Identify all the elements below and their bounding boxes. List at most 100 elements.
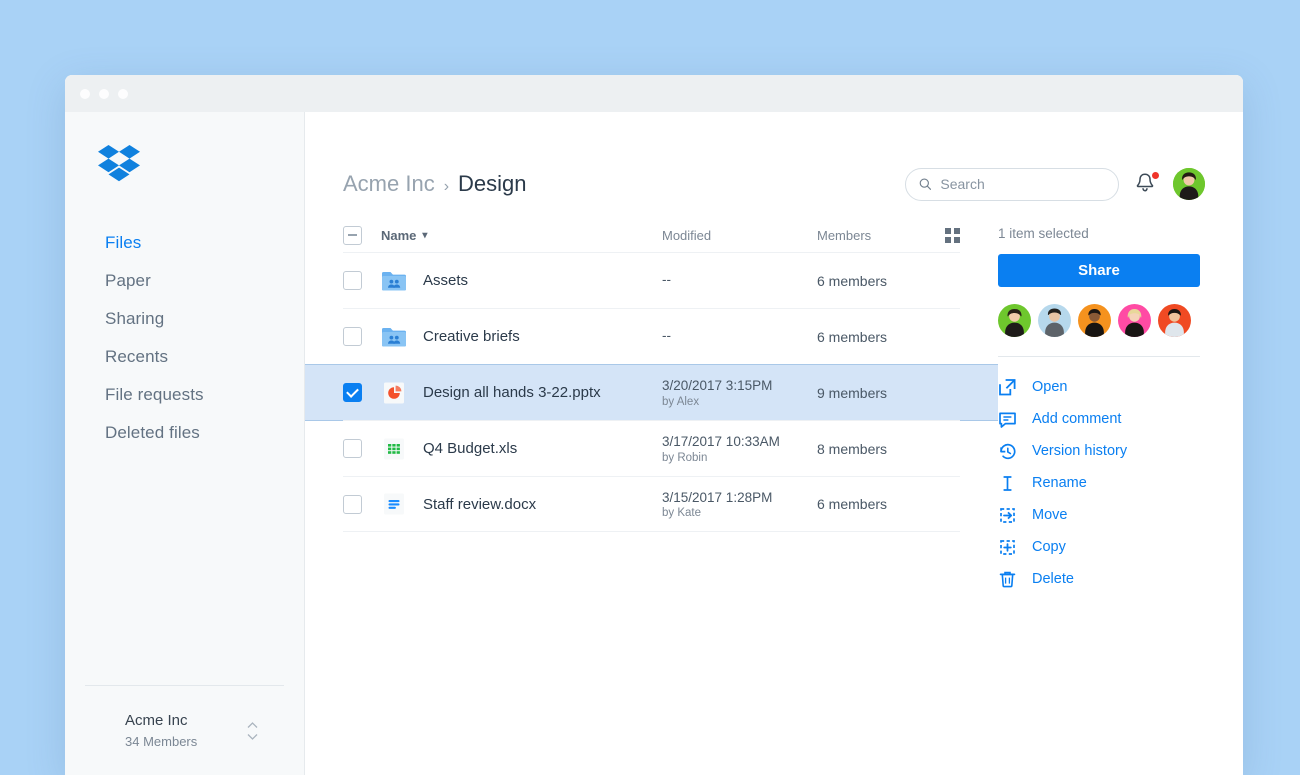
member-avatar-1[interactable] xyxy=(998,304,1031,337)
app-body: Files Paper Sharing Recents File request… xyxy=(65,112,1243,775)
row-modified-cell: -- xyxy=(662,271,817,289)
row-checkbox[interactable] xyxy=(343,327,362,346)
team-name: Acme Inc xyxy=(125,711,188,729)
panel-divider xyxy=(998,356,1200,357)
sidebar-item-files[interactable]: Files xyxy=(65,224,304,262)
view-toggle-cell xyxy=(932,227,960,243)
sidebar-item-recents[interactable]: Recents xyxy=(65,338,304,376)
member-avatar-3-image xyxy=(1078,304,1111,337)
sidebar-nav: Files Paper Sharing Recents File request… xyxy=(65,224,304,452)
member-avatar-3[interactable] xyxy=(1078,304,1111,337)
chevron-down-icon xyxy=(247,734,258,741)
search-input[interactable] xyxy=(940,176,1105,192)
sidebar-item-sharing[interactable]: Sharing xyxy=(65,300,304,338)
row-name-cell: Staff review.docx xyxy=(381,492,662,516)
action-open-label: Open xyxy=(1032,379,1068,395)
row-members: 6 members xyxy=(817,272,888,289)
row-modified-cell: 3/17/2017 10:33AM by Robin xyxy=(662,433,817,463)
row-checkbox-cell xyxy=(343,271,381,290)
shared-folder-icon xyxy=(382,327,406,346)
text-cursor-icon xyxy=(1003,475,1012,491)
row-modified-by: by Robin xyxy=(662,451,708,464)
sidebar-item-deleted-files[interactable]: Deleted files xyxy=(65,414,304,452)
member-avatar-4[interactable] xyxy=(1118,304,1151,337)
member-avatar-5[interactable] xyxy=(1158,304,1191,337)
dropbox-logo[interactable] xyxy=(98,145,140,183)
word-file-icon xyxy=(384,493,404,515)
action-add-comment[interactable]: Add comment xyxy=(998,403,1200,435)
sidebar-item-paper[interactable]: Paper xyxy=(65,262,304,300)
row-name: Design all hands 3-22.pptx xyxy=(423,384,601,401)
team-members: 34 Members xyxy=(125,734,198,750)
action-add-comment-label: Add comment xyxy=(1032,411,1122,427)
action-version-history[interactable]: Version history xyxy=(998,435,1200,467)
app-window: Files Paper Sharing Recents File request… xyxy=(65,75,1243,775)
row-modified-by: by Alex xyxy=(662,395,700,408)
powerpoint-file-icon xyxy=(384,382,404,403)
user-avatar-image xyxy=(1173,168,1205,200)
row-modified-date: 3/20/2017 3:15PM xyxy=(662,378,773,394)
avatar[interactable] xyxy=(1173,168,1205,200)
grid-view-icon[interactable] xyxy=(945,227,960,243)
member-avatar-5-image xyxy=(1158,304,1191,337)
action-move-label: Move xyxy=(1032,507,1068,523)
close-dot[interactable] xyxy=(80,88,90,99)
window-titlebar xyxy=(65,75,1243,112)
table-header-row: Name ▾ Modified Members xyxy=(343,218,960,252)
column-header-modified[interactable]: Modified xyxy=(662,228,817,243)
row-checkbox-cell xyxy=(343,327,381,346)
action-rename[interactable]: Rename xyxy=(998,467,1200,499)
breadcrumb-separator: › xyxy=(443,178,450,195)
selection-panel: 1 item selected Share Open Add comment V… xyxy=(998,218,1200,595)
table-row[interactable]: Creative briefs -- 6 members xyxy=(343,308,960,364)
team-switcher-chevrons[interactable] xyxy=(247,722,258,741)
sidebar: Files Paper Sharing Recents File request… xyxy=(65,112,305,775)
row-name-cell: Creative briefs xyxy=(381,325,662,349)
team-switcher[interactable]: Acme Inc 34 Members xyxy=(85,684,284,775)
page-title: Design xyxy=(458,171,527,196)
action-open[interactable]: Open xyxy=(998,371,1200,403)
table-row[interactable]: Q4 Budget.xls 3/17/2017 10:33AM by Robin… xyxy=(343,420,960,476)
action-copy-label: Copy xyxy=(1032,539,1066,555)
sidebar-item-file-requests[interactable]: File requests xyxy=(65,376,304,414)
row-name: Creative briefs xyxy=(423,328,520,345)
minimize-dot[interactable] xyxy=(99,88,109,99)
notifications-button[interactable] xyxy=(1135,172,1159,196)
row-checkbox-cell xyxy=(343,439,381,458)
row-checkbox[interactable] xyxy=(343,439,362,458)
selection-status: 1 item selected xyxy=(998,226,1089,241)
row-modified-date: 3/17/2017 10:33AM xyxy=(662,434,780,450)
file-table: Name ▾ Modified Members Assets -- 6 memb… xyxy=(305,218,998,595)
column-header-name[interactable]: Name ▾ xyxy=(381,228,662,243)
row-checkbox-cell xyxy=(343,383,381,402)
row-modified-date: 3/15/2017 1:28PM xyxy=(662,489,773,505)
row-modified-by: by Kate xyxy=(662,507,701,520)
table-row[interactable]: Assets -- 6 members xyxy=(343,252,960,308)
action-delete[interactable]: Delete xyxy=(998,563,1200,595)
row-checkbox[interactable] xyxy=(343,494,362,514)
open-external-icon xyxy=(999,378,1016,395)
trash-icon xyxy=(999,571,1016,587)
maximize-dot[interactable] xyxy=(118,88,128,99)
member-avatars xyxy=(998,304,1200,337)
action-move[interactable]: Move xyxy=(998,499,1200,531)
sort-arrow-icon: ▾ xyxy=(422,229,428,241)
search-box[interactable] xyxy=(905,167,1119,201)
table-row-selected[interactable]: Design all hands 3-22.pptx 3/20/2017 3:1… xyxy=(305,364,998,420)
row-checkbox[interactable] xyxy=(343,271,362,290)
share-button[interactable]: Share xyxy=(998,254,1200,287)
row-checkbox-cell xyxy=(343,494,381,514)
row-modified-date: -- xyxy=(662,328,671,344)
column-header-members[interactable]: Members xyxy=(817,228,932,243)
team-info: Acme Inc 34 Members xyxy=(125,710,197,753)
select-all-checkbox[interactable] xyxy=(343,225,362,245)
breadcrumb-root[interactable]: Acme Inc xyxy=(343,171,435,197)
chevron-up-icon xyxy=(247,722,258,729)
search-icon xyxy=(919,178,932,190)
row-checkbox[interactable] xyxy=(343,383,362,402)
action-copy[interactable]: Copy xyxy=(998,531,1200,563)
member-avatar-2[interactable] xyxy=(1038,304,1071,337)
row-name: Q4 Budget.xls xyxy=(423,440,518,457)
member-avatar-1-image xyxy=(998,304,1031,337)
table-row[interactable]: Staff review.docx 3/15/2017 1:28PM by Ka… xyxy=(343,476,960,532)
